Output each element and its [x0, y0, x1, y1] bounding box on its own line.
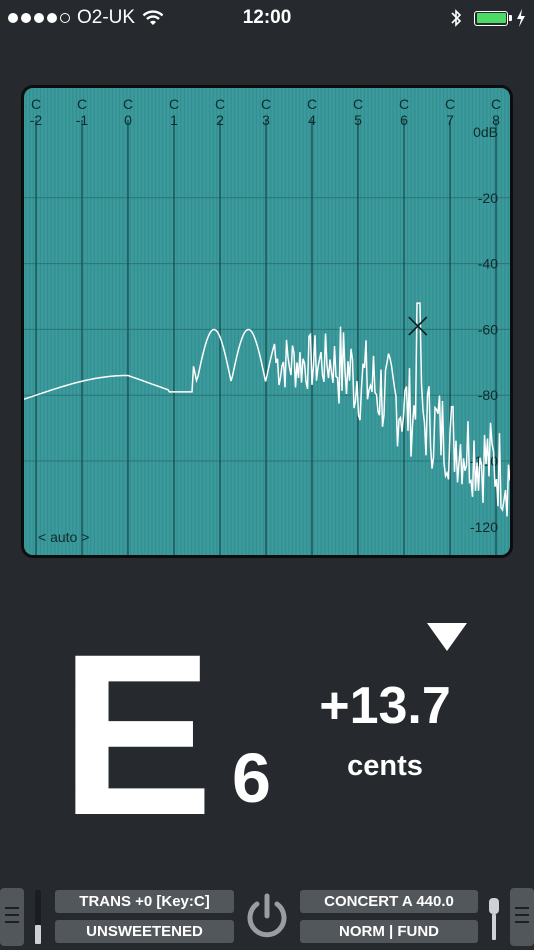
- db-axis-label: 0dB: [473, 124, 498, 140]
- octave-number-label: -1: [76, 112, 89, 128]
- mode-button[interactable]: NORM | FUND: [300, 920, 478, 943]
- note-octave: 6: [232, 739, 271, 817]
- auto-range-label: < auto >: [38, 529, 89, 545]
- octave-note-label: C: [445, 96, 455, 112]
- input-level-meter: [35, 890, 41, 944]
- octave-note-label: C: [169, 96, 179, 112]
- db-axis-label: -80: [478, 387, 498, 403]
- octave-note-label: C: [77, 96, 87, 112]
- octave-number-label: 3: [262, 112, 270, 128]
- db-axis-label: -120: [470, 519, 498, 535]
- octave-number-label: -2: [30, 112, 43, 128]
- menu-lines-icon[interactable]: [510, 888, 534, 946]
- octave-note-label: C: [307, 96, 317, 112]
- cents-unit: cents: [347, 750, 423, 782]
- charging-bolt-icon: [517, 9, 525, 27]
- octave-note-label: C: [215, 96, 225, 112]
- octave-note-label: C: [491, 96, 501, 112]
- input-level-fill: [35, 925, 41, 944]
- concert-pitch-button[interactable]: CONCERT A 440.0: [300, 890, 478, 913]
- octave-note-label: C: [31, 96, 41, 112]
- octave-note-label: C: [399, 96, 409, 112]
- octave-number-label: 1: [170, 112, 178, 128]
- db-axis-label: -40: [478, 256, 498, 272]
- octave-number-label: 5: [354, 112, 362, 128]
- triangle-down-icon[interactable]: [427, 623, 467, 651]
- status-bar: O2-UK 12:00: [0, 0, 534, 36]
- power-icon[interactable]: [243, 892, 291, 942]
- octave-note-label: C: [353, 96, 363, 112]
- menu-lines-icon[interactable]: [0, 888, 24, 946]
- db-axis-label: -60: [478, 321, 498, 337]
- octave-number-label: 0: [124, 112, 132, 128]
- battery-fill: [476, 13, 506, 23]
- octave-note-label: C: [261, 96, 271, 112]
- microphone-icon[interactable]: [486, 896, 502, 942]
- transpose-button[interactable]: TRANS +0 [Key:C]: [55, 890, 234, 913]
- battery-icon: [474, 10, 508, 26]
- sweetening-button[interactable]: UNSWEETENED: [55, 920, 234, 943]
- octave-number-label: 7: [446, 112, 454, 128]
- octave-number-label: 6: [400, 112, 408, 128]
- db-axis-label: -20: [478, 190, 498, 206]
- cents-value: +13.7: [319, 677, 451, 735]
- octave-note-label: C: [123, 96, 133, 112]
- note-name: E: [60, 606, 214, 863]
- octave-number-label: 4: [308, 112, 316, 128]
- bluetooth-icon: [451, 9, 462, 27]
- battery-nub: [509, 15, 512, 21]
- spectrum-plot: C-2C-1C0C1C2C3C4C5C6C7C80dB-20-40-60-80-…: [24, 88, 510, 555]
- octave-number-label: 2: [216, 112, 224, 128]
- spectrum-display[interactable]: C -2 C -1 C 0 C 1 C 2 C 3 C 4 C 5 C 6 C 7 C 8 0dB -20 -40 -60 -80-…: [21, 85, 513, 558]
